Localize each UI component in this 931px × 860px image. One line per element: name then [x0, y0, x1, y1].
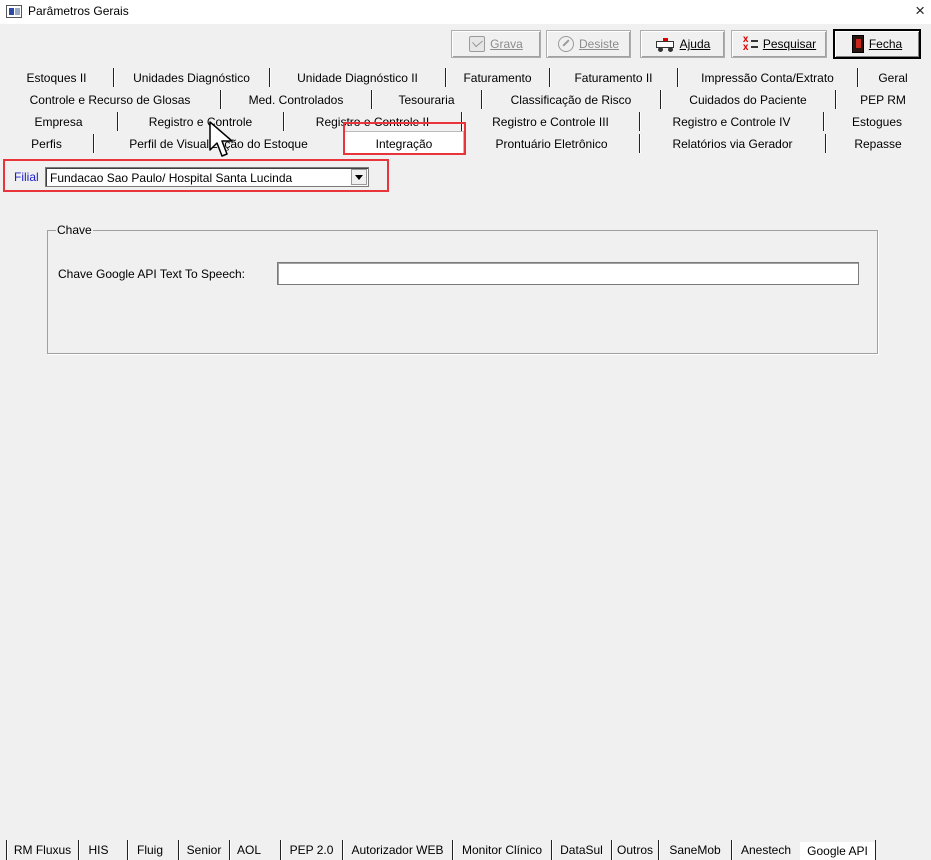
- desiste-label: Desiste: [578, 37, 619, 51]
- tab-prontuario-eletronico[interactable]: Prontuário Eletrônico: [464, 134, 640, 153]
- btab-autorizador-web[interactable]: Autorizador WEB: [342, 840, 452, 860]
- tab-empresa[interactable]: Empresa: [0, 112, 118, 131]
- tab-relatorios-via-gerador[interactable]: Relatórios via Gerador: [640, 134, 826, 153]
- tab-impressao-conta-extrato[interactable]: Impressão Conta/Extrato: [678, 68, 858, 87]
- cancel-icon: [557, 36, 574, 52]
- filial-label: Filial: [14, 170, 39, 184]
- tab-registro-controle[interactable]: Registro e Controle: [118, 112, 284, 131]
- btab-datasul[interactable]: DataSul: [551, 840, 611, 860]
- btab-sanemob[interactable]: SaneMob: [658, 840, 731, 860]
- fecha-label: Fecha: [868, 37, 903, 51]
- tab-estoques-ii[interactable]: Estoques II: [0, 68, 114, 87]
- tab-row-2: Controle e Recurso de Glosas Med. Contro…: [0, 90, 931, 109]
- tab-unidades-diagnostico[interactable]: Unidades Diagnóstico: [114, 68, 270, 87]
- filial-select[interactable]: Fundacao Sao Paulo/ Hospital Santa Lucin…: [45, 167, 369, 187]
- grava-label: Grava: [490, 37, 523, 51]
- tab-registro-controle-iii[interactable]: Registro e Controle III: [462, 112, 640, 131]
- desiste-button[interactable]: Desiste: [546, 30, 631, 58]
- close-icon[interactable]: ×: [915, 1, 925, 21]
- tab-tesouraria[interactable]: Tesouraria: [372, 90, 482, 109]
- highlight-integracao: [343, 122, 466, 155]
- tab-med-controlados[interactable]: Med. Controlados: [221, 90, 372, 109]
- tab-classificacao-risco[interactable]: Classificação de Risco: [482, 90, 661, 109]
- google-api-key-label: Chave Google API Text To Speech:: [58, 267, 246, 281]
- tab-geral[interactable]: Geral: [858, 68, 928, 87]
- toolbar: Grava Desiste Ajuda xx Pesquisar Fecha: [0, 24, 931, 66]
- tab-cuidados-paciente[interactable]: Cuidados do Paciente: [661, 90, 836, 109]
- chevron-down-icon[interactable]: [351, 169, 367, 185]
- btab-his[interactable]: HIS: [78, 840, 118, 860]
- tab-perfis[interactable]: Perfis: [0, 134, 94, 153]
- chave-group: Chave Chave Google API Text To Speech:: [47, 223, 878, 354]
- ambulance-icon: [655, 36, 675, 52]
- tab-pep-rm[interactable]: PEP RM: [836, 90, 930, 109]
- btab-fluig[interactable]: Fluig: [127, 840, 172, 860]
- filial-value: Fundacao Sao Paulo/ Hospital Santa Lucin…: [50, 171, 293, 185]
- btab-senior[interactable]: Senior: [178, 840, 229, 860]
- tab-repasse[interactable]: Repasse: [826, 134, 930, 153]
- window-title: Parâmetros Gerais: [28, 4, 129, 18]
- chave-legend: Chave: [56, 223, 93, 237]
- fecha-button[interactable]: Fecha: [834, 30, 920, 58]
- mouse-pointer-icon: [209, 121, 233, 157]
- tab-faturamento-ii[interactable]: Faturamento II: [550, 68, 678, 87]
- search-list-icon: xx: [742, 35, 758, 53]
- btab-pep-2-0[interactable]: PEP 2.0: [280, 840, 342, 860]
- btab-monitor-clinico[interactable]: Monitor Clínico: [452, 840, 551, 860]
- tab-row-1: Estoques II Unidades Diagnóstico Unidade…: [0, 68, 931, 87]
- tab-faturamento[interactable]: Faturamento: [446, 68, 550, 87]
- btab-outros[interactable]: Outros: [611, 840, 658, 860]
- btab-anestech[interactable]: Anestech: [731, 840, 800, 860]
- title-bar: Parâmetros Gerais ×: [0, 0, 931, 24]
- ajuda-button[interactable]: Ajuda: [640, 30, 725, 58]
- bottom-tab-filler: [875, 840, 931, 860]
- pesquisar-button[interactable]: xx Pesquisar: [731, 30, 827, 58]
- google-api-key-input[interactable]: [277, 262, 859, 285]
- ajuda-label: Ajuda: [679, 37, 711, 51]
- bottom-tab-bar: RM Fluxus HIS Fluig Senior AOL PEP 2.0 A…: [0, 836, 931, 860]
- pesquisar-label: Pesquisar: [762, 37, 817, 51]
- save-icon: [469, 36, 486, 52]
- btab-rm-fluxus[interactable]: RM Fluxus: [6, 840, 78, 860]
- btab-google-api[interactable]: Google API: [800, 842, 875, 860]
- tab-estogues[interactable]: Estogues: [824, 112, 930, 131]
- tab-controle-recurso-glosas[interactable]: Controle e Recurso de Glosas: [0, 90, 221, 109]
- tab-unidade-diagnostico-ii[interactable]: Unidade Diagnóstico II: [270, 68, 446, 87]
- grava-button[interactable]: Grava: [451, 30, 541, 58]
- tab-registro-controle-iv[interactable]: Registro e Controle IV: [640, 112, 824, 131]
- door-exit-icon: [851, 35, 864, 53]
- filial-bar: Filial Fundacao Sao Paulo/ Hospital Sant…: [0, 158, 931, 194]
- btab-aol[interactable]: AOL: [229, 840, 268, 860]
- app-icon: [6, 5, 22, 18]
